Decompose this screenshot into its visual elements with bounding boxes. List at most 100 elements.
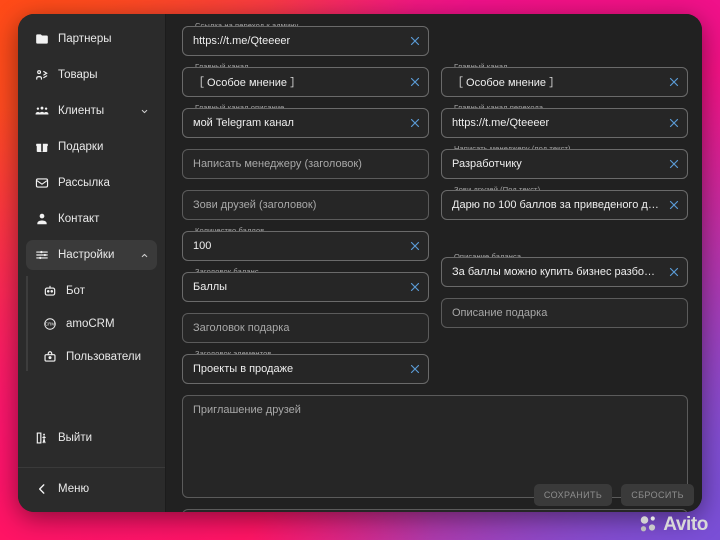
textarea-placeholder: Приглашение друзей bbox=[193, 404, 301, 416]
clear-icon[interactable] bbox=[407, 74, 423, 90]
text-input[interactable]: https://t.me/Qteeeer bbox=[182, 26, 429, 56]
sidebar-item-contact[interactable]: Контакт bbox=[26, 204, 157, 234]
field-placeholder: Заголовок подарка bbox=[193, 322, 402, 334]
text-input[interactable]: ［ Особое мнение ］ bbox=[182, 67, 429, 97]
text-input[interactable]: Разработчику bbox=[441, 149, 688, 179]
avito-wordmark: Avito bbox=[663, 515, 708, 534]
text-input[interactable]: Проекты в продаже bbox=[182, 354, 429, 384]
field-elements-title: Заголовок элементов Проекты в продаже bbox=[182, 354, 429, 384]
sidebar-item-products[interactable]: Товары bbox=[26, 60, 157, 90]
clear-icon[interactable] bbox=[666, 197, 682, 213]
chevron-left-icon bbox=[34, 482, 49, 497]
field-value: Проекты в продаже bbox=[193, 363, 402, 375]
sidebar-item-label: Подарки bbox=[58, 141, 149, 153]
sidebar-item-users[interactable]: Пользователи bbox=[34, 342, 157, 371]
text-input[interactable]: Баллы bbox=[182, 272, 429, 302]
folder-icon bbox=[34, 32, 49, 47]
field-value: мой Telegram канал bbox=[193, 117, 402, 129]
field-gift-title: Заголовок подарка bbox=[182, 313, 429, 343]
field-gift-description: Описание подарка bbox=[441, 298, 688, 328]
text-input[interactable]: Описание подарка bbox=[441, 298, 688, 328]
text-input[interactable]: За баллы можно купить бизнес разбор от э… bbox=[441, 257, 688, 287]
field-value: За баллы можно купить бизнес разбор от э… bbox=[452, 266, 661, 278]
logout-wrapper: Выйти bbox=[18, 423, 165, 467]
invite-friends-textarea[interactable]: Приглашение друзей bbox=[182, 395, 688, 498]
amocrm-icon: CRM bbox=[42, 316, 57, 331]
settings-icon bbox=[34, 248, 49, 263]
field-main-channel: Главный канал ［ Особое мнение ］ bbox=[182, 67, 429, 97]
menu-toggle-footer: Меню bbox=[18, 467, 165, 512]
field-write-manager-title: Написать менеджеру (заголовок) bbox=[182, 149, 429, 179]
clear-icon[interactable] bbox=[666, 264, 682, 280]
sidebar-item-label: Выйти bbox=[58, 432, 149, 444]
clear-icon[interactable] bbox=[407, 238, 423, 254]
referral-agreement-textarea[interactable]: Соглашение для реферала bbox=[182, 509, 688, 512]
field-value: 100 bbox=[193, 240, 402, 252]
sidebar-item-gifts[interactable]: Подарки bbox=[26, 132, 157, 162]
logout-icon bbox=[34, 431, 49, 446]
field-balance-title: Заголовок баланс Баллы bbox=[182, 272, 429, 302]
field-admin-link: Ссылка на переход к админу https://t.me/… bbox=[182, 26, 429, 56]
sidebar-item-label: Бот bbox=[66, 285, 149, 297]
clear-icon[interactable] bbox=[666, 156, 682, 172]
field-value: https://t.me/Qteeeer bbox=[452, 117, 661, 129]
clear-icon[interactable] bbox=[666, 74, 682, 90]
svg-text:CRM: CRM bbox=[45, 321, 55, 326]
text-input[interactable]: 100 bbox=[182, 231, 429, 261]
text-input[interactable]: Зови друзей (заголовок) bbox=[182, 190, 429, 220]
clear-icon[interactable] bbox=[407, 279, 423, 295]
field-value: Баллы bbox=[193, 281, 402, 293]
mail-icon bbox=[34, 176, 49, 191]
field-value: Разработчику bbox=[452, 158, 661, 170]
save-button[interactable]: СОХРАНИТЬ bbox=[534, 484, 612, 506]
reset-button[interactable]: СБРОСИТЬ bbox=[621, 484, 694, 506]
gift-icon bbox=[34, 140, 49, 155]
clear-icon[interactable] bbox=[666, 115, 682, 131]
sidebar-item-label: Настройки bbox=[58, 249, 139, 261]
menu-collapse-button[interactable]: Меню bbox=[26, 474, 157, 504]
field-main-channel-description: Главный канал описание мой Telegram кана… bbox=[182, 108, 429, 138]
menu-toggle-label: Меню bbox=[58, 483, 149, 495]
users-icon bbox=[42, 349, 57, 364]
clients-icon bbox=[34, 104, 49, 119]
settings-form-panel: Ссылка на переход к админу https://t.me/… bbox=[166, 14, 702, 512]
bot-icon bbox=[42, 283, 57, 298]
sidebar-item-label: Пользователи bbox=[66, 351, 149, 363]
sidebar-item-partners[interactable]: Партнеры bbox=[26, 24, 157, 54]
person-icon bbox=[34, 212, 49, 227]
form-action-buttons: СОХРАНИТЬ СБРОСИТЬ bbox=[534, 484, 694, 506]
clear-icon[interactable] bbox=[407, 33, 423, 49]
sidebar-item-label: amoCRM bbox=[66, 318, 149, 330]
field-write-manager-subtext: Написать менеджеру (под текст) Разработч… bbox=[441, 149, 688, 179]
sidebar-item-logout[interactable]: Выйти bbox=[26, 423, 157, 453]
chevron-down-icon[interactable] bbox=[139, 106, 149, 116]
clear-icon[interactable] bbox=[407, 115, 423, 131]
form-column-left: Ссылка на переход к админу https://t.me/… bbox=[182, 26, 429, 395]
field-balance-description: Описание баланса За баллы можно купить б… bbox=[441, 257, 688, 287]
sidebar-nav-list: Партнеры Товары Клиенты bbox=[18, 14, 165, 423]
field-placeholder: Описание подарка bbox=[452, 307, 661, 319]
text-input[interactable]: Написать менеджеру (заголовок) bbox=[182, 149, 429, 179]
app-window: Партнеры Товары Клиенты bbox=[18, 14, 702, 512]
clear-icon[interactable] bbox=[407, 361, 423, 377]
sidebar-item-label: Клиенты bbox=[58, 105, 139, 117]
settings-submenu: Бот CRM amoCRM Пользователи bbox=[26, 276, 157, 371]
text-input[interactable]: https://t.me/Qteeeer bbox=[441, 108, 688, 138]
sidebar-item-mailing[interactable]: Рассылка bbox=[26, 168, 157, 198]
field-invite-friends-subtext: Зови друзей (Под текст) Дарю по 100 балл… bbox=[441, 190, 688, 220]
avito-logo-icon bbox=[639, 514, 659, 534]
sidebar-item-clients[interactable]: Клиенты bbox=[26, 96, 157, 126]
text-input[interactable]: мой Telegram канал bbox=[182, 108, 429, 138]
form-grid: Ссылка на переход к админу https://t.me/… bbox=[182, 26, 688, 395]
text-input[interactable]: Заголовок подарка bbox=[182, 313, 429, 343]
sidebar-item-label: Товары bbox=[58, 69, 149, 81]
text-input[interactable]: ［ Особое мнение ］ bbox=[441, 67, 688, 97]
text-input[interactable]: Дарю по 100 баллов за приведеного друга bbox=[441, 190, 688, 220]
sidebar-item-amocrm[interactable]: CRM amoCRM bbox=[34, 309, 157, 338]
chevron-up-icon[interactable] bbox=[139, 250, 149, 260]
field-value: ［ Особое мнение ］ bbox=[193, 74, 402, 90]
field-placeholder: Написать менеджеру (заголовок) bbox=[193, 158, 402, 170]
sidebar-item-settings[interactable]: Настройки bbox=[26, 240, 157, 270]
field-main-channel-link: Главный канал перехода https://t.me/Qtee… bbox=[441, 108, 688, 138]
sidebar-item-bot[interactable]: Бот bbox=[34, 276, 157, 305]
